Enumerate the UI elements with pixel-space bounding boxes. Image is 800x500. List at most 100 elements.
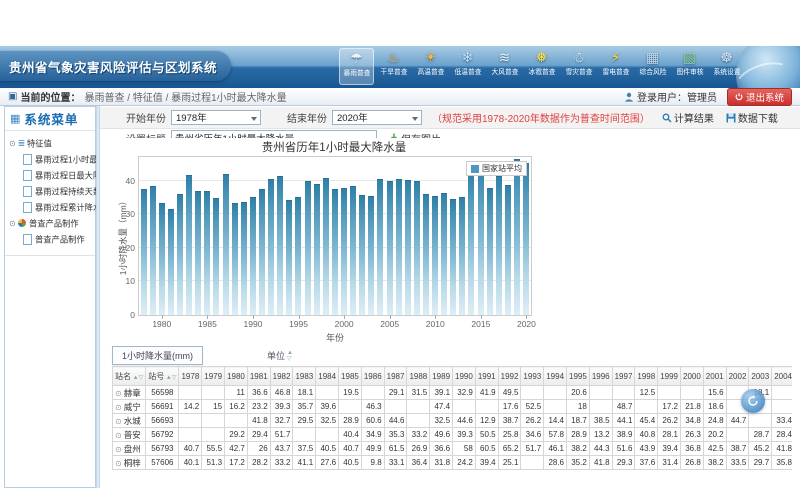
- x-tick-mark: [435, 315, 436, 319]
- cell-桐梓-1992: 25.1: [498, 456, 521, 470]
- station-name[interactable]: ⊙盘州: [113, 442, 146, 456]
- x-tick-mark: [207, 315, 208, 319]
- document-icon: [23, 154, 32, 165]
- cell-盘州-1983: 37.5: [293, 442, 316, 456]
- row-radio[interactable]: ⊙: [115, 445, 122, 454]
- bar-slot: [239, 157, 248, 315]
- nav-wind[interactable]: ≋大风普查: [487, 48, 522, 85]
- nav-comprehensive-risk[interactable]: ▦综合风险: [635, 48, 670, 85]
- tree-toggle-icon[interactable]: ⊙: [9, 219, 16, 228]
- station-name[interactable]: ⊙威宁: [113, 400, 146, 414]
- tree-group-普查产品制作[interactable]: ⊙普查产品制作: [5, 215, 95, 231]
- chart-legend[interactable]: 国家站平均: [466, 161, 527, 176]
- nav-system-settings[interactable]: ☸系统设置: [709, 48, 744, 85]
- bar-1984: [195, 191, 201, 315]
- x-tick-mark: [299, 315, 300, 319]
- low-temp-icon: ❄: [462, 48, 474, 66]
- nav-rainstorm[interactable]: ☂暴雨普查: [339, 48, 374, 85]
- bar-slot: [522, 157, 531, 315]
- cell-水城-2000: 34.8: [681, 414, 704, 428]
- nav-hail[interactable]: ❅冰雹普查: [524, 48, 559, 85]
- sidebar-title: 系统菜单: [24, 109, 78, 128]
- cell-赫章-1995: 20.6: [567, 386, 590, 400]
- nav-high-temp[interactable]: ☀高温普查: [413, 48, 448, 85]
- nav-map-review[interactable]: ▧图件审核: [672, 48, 707, 85]
- cell-普安-2002: [726, 428, 749, 442]
- tree-item-暴雨过程持续天数[interactable]: 暴雨过程持续天数: [5, 183, 95, 199]
- header-station-id[interactable]: 站号 ▲▽: [146, 367, 179, 386]
- header-year-1995: 1995: [567, 367, 590, 386]
- wind-icon: ≋: [499, 48, 511, 66]
- tree-item-暴雨过程日最大降水量[interactable]: 暴雨过程日最大降水量: [5, 167, 95, 183]
- bar-2003: [368, 196, 374, 315]
- header-station-name[interactable]: 站名 ▲▽: [113, 367, 146, 386]
- nav-drought[interactable]: ♨干旱普查: [376, 48, 411, 85]
- cell-赫章-1979: [202, 386, 225, 400]
- floating-refresh-button[interactable]: [741, 389, 765, 413]
- tree-item-暴雨过程累计降水量[interactable]: 暴雨过程累计降水量: [5, 199, 95, 215]
- header-year-1990: 1990: [453, 367, 476, 386]
- grid-controls: 1小时降水量(mm) 单位 ▲▽: [112, 346, 293, 365]
- nav-snow[interactable]: ☃雪灾普查: [561, 48, 596, 85]
- calculate-button[interactable]: 计算结果: [662, 110, 714, 125]
- cell-威宁-1987: [384, 400, 407, 414]
- cell-威宁-2000: 21.8: [681, 400, 704, 414]
- bar-1996: [305, 181, 311, 315]
- logout-button[interactable]: 退出系统: [727, 88, 792, 106]
- x-tick-label: 2005: [380, 319, 399, 329]
- station-name[interactable]: ⊙赫章: [113, 386, 146, 400]
- cell-水城-1991: 12.9: [475, 414, 498, 428]
- tree-toggle-icon[interactable]: ⊙: [9, 139, 16, 148]
- bar-slot: [485, 157, 494, 315]
- rainstorm-icon: ☂: [350, 49, 363, 67]
- cell-赫章-1982: 46.8: [270, 386, 293, 400]
- cell-盘州-1978: 40.7: [179, 442, 202, 456]
- cell-赫章-1978: [179, 386, 202, 400]
- sort-icons[interactable]: ▲▽: [131, 375, 143, 381]
- bar-slot: [139, 157, 148, 315]
- cell-普安-1981: 29.4: [247, 428, 270, 442]
- sort-icons[interactable]: ▲▽: [164, 375, 176, 381]
- table-row-水城: ⊙水城5669341.832.729.532.528.960.644.632.5…: [113, 414, 793, 428]
- nav-lightning[interactable]: ⚡雷电普查: [598, 48, 633, 85]
- cell-普安-1995: 28.9: [567, 428, 590, 442]
- breadcrumb[interactable]: 暴雨普查 / 特征值 / 暴雨过程1小时最大降水量: [84, 89, 286, 104]
- start-year-select[interactable]: 1978年: [171, 110, 261, 125]
- row-radio[interactable]: ⊙: [115, 403, 122, 412]
- row-radio[interactable]: ⊙: [115, 459, 122, 468]
- nav-low-temp[interactable]: ❄低温普查: [450, 48, 485, 85]
- station-name[interactable]: ⊙普安: [113, 428, 146, 442]
- value-type-tab[interactable]: 1小时降水量(mm): [112, 346, 203, 365]
- cell-威宁-1983: 35.7: [293, 400, 316, 414]
- cell-水城-1985: 28.9: [339, 414, 362, 428]
- cell-赫章-1991: 41.9: [475, 386, 498, 400]
- header-year-2002: 2002: [726, 367, 749, 386]
- row-radio[interactable]: ⊙: [115, 417, 122, 426]
- station-name[interactable]: ⊙桐梓: [113, 456, 146, 470]
- bar-slot: [267, 157, 276, 315]
- bar-2014: [468, 171, 474, 315]
- tree-label: 普查产品制作: [35, 233, 85, 245]
- station-name[interactable]: ⊙水城: [113, 414, 146, 428]
- bar-1992: [268, 179, 274, 315]
- row-radio[interactable]: ⊙: [115, 389, 122, 398]
- tree-item-暴雨过程1小时最大降水量[interactable]: 暴雨过程1小时最大降水量: [5, 151, 95, 167]
- cell-普安-2000: 26.3: [681, 428, 704, 442]
- app-header: 贵州省气象灾害风险评估与区划系统 ☂暴雨普查♨干旱普查☀高温普查❄低温普查≋大风…: [0, 46, 800, 90]
- x-tick-label: 2020: [517, 319, 536, 329]
- row-radio[interactable]: ⊙: [115, 431, 122, 440]
- bar-1987: [223, 174, 229, 315]
- end-year-select[interactable]: 2020年: [332, 110, 422, 125]
- unit-sort-control[interactable]: 单位 ▲▽: [267, 349, 293, 362]
- bar-slot: [449, 157, 458, 315]
- bar-slot: [294, 157, 303, 315]
- download-button[interactable]: 数据下载: [726, 110, 778, 125]
- cell-盘州-1988: 26.9: [407, 442, 430, 456]
- document-icon: [23, 234, 32, 245]
- tree-group-特征值[interactable]: ⊙≣特征值: [5, 135, 95, 151]
- bar-1994: [286, 200, 292, 315]
- cell-赫章-2004: [772, 386, 792, 400]
- tree-item-普查产品制作[interactable]: 普查产品制作: [5, 231, 95, 247]
- cell-威宁-1990: [453, 400, 476, 414]
- bar-slot: [376, 157, 385, 315]
